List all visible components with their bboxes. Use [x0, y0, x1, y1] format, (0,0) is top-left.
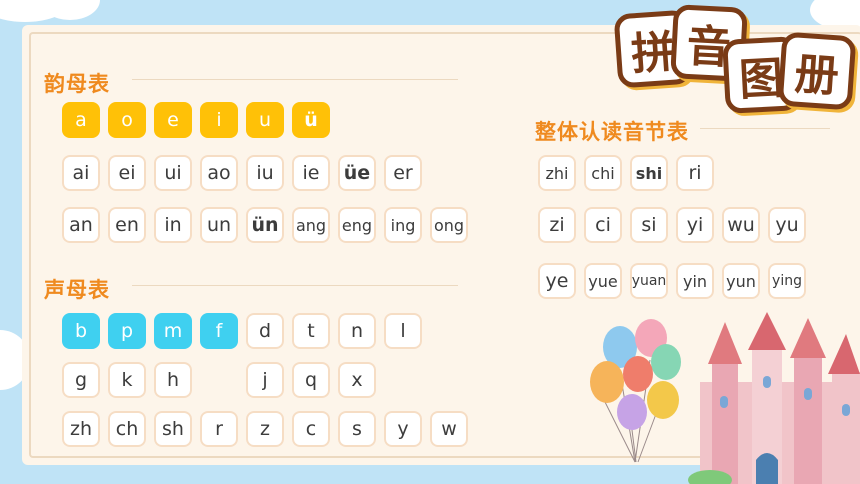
- syllable-tile[interactable]: ri: [676, 155, 714, 191]
- initial-tile[interactable]: q: [292, 362, 330, 398]
- initial-tile[interactable]: j: [246, 362, 284, 398]
- balloon-icon: [623, 356, 653, 392]
- final-tile[interactable]: ie: [292, 155, 330, 191]
- initial-tile[interactable]: m: [154, 313, 192, 349]
- balloons-castle-illustration: [590, 312, 860, 484]
- initials-title: 声母表: [44, 278, 110, 302]
- initial-tile[interactable]: d: [246, 313, 284, 349]
- syllable-tile[interactable]: yuan: [630, 263, 668, 299]
- initial-tile[interactable]: g: [62, 362, 100, 398]
- syllable-tile[interactable]: zi: [538, 207, 576, 243]
- syllable-tile[interactable]: chi: [584, 155, 622, 191]
- syllable-tile[interactable]: yin: [676, 263, 714, 299]
- final-tile[interactable]: er: [384, 155, 422, 191]
- syllable-tile[interactable]: si: [630, 207, 668, 243]
- syllable-tile[interactable]: wu: [722, 207, 760, 243]
- initial-tile[interactable]: zh: [62, 411, 100, 447]
- balloon-icon: [647, 381, 679, 419]
- final-tile[interactable]: en: [108, 207, 146, 243]
- final-tile[interactable]: ing: [384, 207, 422, 243]
- whole-title: 整体认读音节表: [535, 120, 689, 144]
- finals-divider: [132, 79, 458, 80]
- final-tile[interactable]: üe: [338, 155, 376, 191]
- final-tile[interactable]: ong: [430, 207, 468, 243]
- initial-tile[interactable]: p: [108, 313, 146, 349]
- final-tile[interactable]: un: [200, 207, 238, 243]
- syllable-tile[interactable]: ye: [538, 263, 576, 299]
- final-tile[interactable]: ei: [108, 155, 146, 191]
- initial-tile[interactable]: b: [62, 313, 100, 349]
- final-tile[interactable]: ai: [62, 155, 100, 191]
- initial-tile[interactable]: t: [292, 313, 330, 349]
- final-tile[interactable]: ün: [246, 207, 284, 243]
- whole-divider: [700, 128, 830, 129]
- title-badge: 拼 音 图 册: [612, 4, 857, 114]
- syllable-tile[interactable]: yue: [584, 263, 622, 299]
- initial-tile[interactable]: z: [246, 411, 284, 447]
- final-tile[interactable]: o: [108, 102, 146, 138]
- syllable-tile[interactable]: yun: [722, 263, 760, 299]
- initial-tile[interactable]: r: [200, 411, 238, 447]
- initials-divider: [132, 285, 458, 286]
- final-tile[interactable]: ang: [292, 207, 330, 243]
- final-tile[interactable]: a: [62, 102, 100, 138]
- initial-tile[interactable]: sh: [154, 411, 192, 447]
- initial-tile[interactable]: x: [338, 362, 376, 398]
- initial-tile[interactable]: s: [338, 411, 376, 447]
- initial-tile[interactable]: h: [154, 362, 192, 398]
- balloon-icon: [617, 394, 647, 430]
- final-tile[interactable]: ü: [292, 102, 330, 138]
- syllable-tile[interactable]: shi: [630, 155, 668, 191]
- initial-tile[interactable]: l: [384, 313, 422, 349]
- initial-tile[interactable]: n: [338, 313, 376, 349]
- final-tile[interactable]: ui: [154, 155, 192, 191]
- final-tile[interactable]: iu: [246, 155, 284, 191]
- initial-tile[interactable]: f: [200, 313, 238, 349]
- syllable-tile[interactable]: ying: [768, 263, 806, 299]
- final-tile[interactable]: ao: [200, 155, 238, 191]
- initial-tile[interactable]: y: [384, 411, 422, 447]
- final-tile[interactable]: e: [154, 102, 192, 138]
- syllable-tile[interactable]: ci: [584, 207, 622, 243]
- initial-tile[interactable]: c: [292, 411, 330, 447]
- balloon-icon: [651, 344, 681, 380]
- final-tile[interactable]: i: [200, 102, 238, 138]
- finals-title: 韵母表: [44, 72, 110, 96]
- initial-tile[interactable]: ch: [108, 411, 146, 447]
- final-tile[interactable]: an: [62, 207, 100, 243]
- syllable-tile[interactable]: yi: [676, 207, 714, 243]
- final-tile[interactable]: u: [246, 102, 284, 138]
- syllable-tile[interactable]: yu: [768, 207, 806, 243]
- balloon-icon: [590, 361, 624, 403]
- syllable-tile[interactable]: zhi: [538, 155, 576, 191]
- initial-tile[interactable]: k: [108, 362, 146, 398]
- castle-icon: [688, 312, 860, 484]
- final-tile[interactable]: in: [154, 207, 192, 243]
- final-tile[interactable]: eng: [338, 207, 376, 243]
- title-char: 册: [777, 31, 857, 111]
- initial-tile[interactable]: w: [430, 411, 468, 447]
